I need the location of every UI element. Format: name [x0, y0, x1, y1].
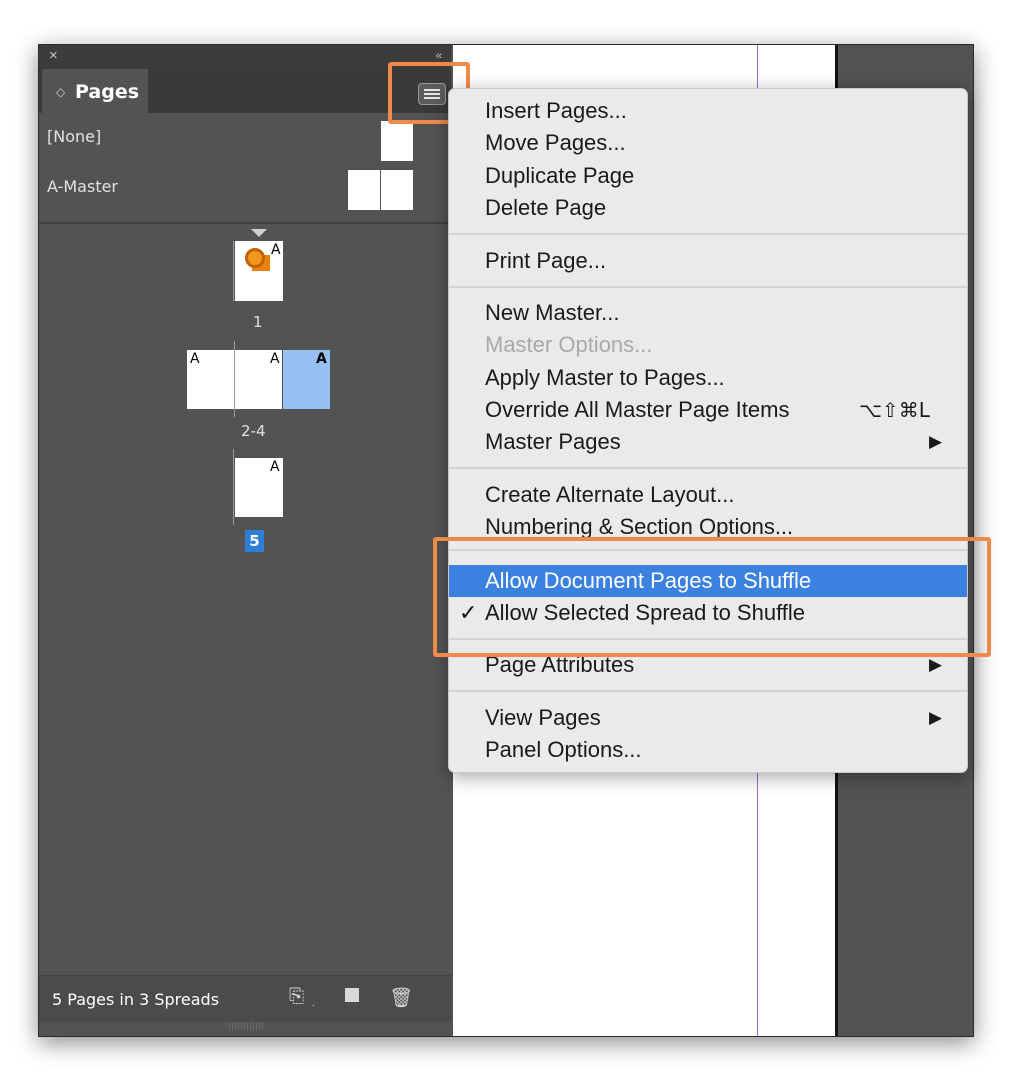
- menu-item-view-pages[interactable]: View Pages: [485, 704, 601, 732]
- edit-page-size-icon[interactable]: ⎘: [289, 986, 304, 1008]
- panel-flyout-menu: Insert Pages... Move Pages... Duplicate …: [448, 88, 968, 773]
- menu-item-duplicate-page[interactable]: Duplicate Page: [485, 162, 634, 190]
- menu-separator: [449, 233, 967, 235]
- spread-2-label: 2-4: [241, 422, 266, 440]
- page-3-thumbnail[interactable]: A: [235, 350, 282, 409]
- new-page-icon[interactable]: [345, 988, 359, 1002]
- page-2-thumbnail[interactable]: A: [187, 350, 234, 409]
- resize-grip[interactable]: [229, 1022, 263, 1030]
- panel-menu-button[interactable]: [418, 83, 446, 105]
- menu-item-page-attributes[interactable]: Page Attributes: [485, 651, 634, 679]
- dropdown-dot-icon: .: [312, 998, 315, 1009]
- menu-item-delete-page[interactable]: Delete Page: [485, 194, 606, 222]
- master-prefix: A: [190, 351, 200, 367]
- shuffle-circle-icon: [245, 248, 265, 268]
- trash-icon[interactable]: 🗑: [389, 986, 413, 1010]
- tab-label: Pages: [75, 81, 140, 103]
- menu-item-numbering-section[interactable]: Numbering & Section Options...: [485, 513, 793, 541]
- override-shortcut: ⌥⇧⌘L: [859, 398, 930, 422]
- page-count-status: 5 Pages in 3 Spreads: [52, 990, 220, 1009]
- master-a-right-thumbnail[interactable]: [381, 170, 413, 210]
- menu-item-create-alternate-layout[interactable]: Create Alternate Layout...: [485, 481, 735, 509]
- menu-item-override-master-items[interactable]: Override All Master Page Items: [485, 396, 789, 424]
- menu-item-apply-master[interactable]: Apply Master to Pages...: [485, 364, 725, 392]
- menu-item-panel-options[interactable]: Panel Options...: [485, 736, 642, 764]
- master-none-thumbnail[interactable]: [381, 121, 413, 161]
- spread-1-label: 1: [253, 313, 263, 331]
- menu-item-print-page[interactable]: Print Page...: [485, 247, 606, 275]
- menu-item-new-master[interactable]: New Master...: [485, 299, 619, 327]
- master-prefix: A: [316, 351, 327, 367]
- page-1-thumbnail[interactable]: A: [233, 241, 283, 301]
- close-icon[interactable]: ×: [49, 47, 58, 65]
- master-none-label[interactable]: [None]: [47, 127, 101, 146]
- submenu-arrow-icon: ▶: [929, 655, 943, 674]
- spine: [233, 449, 234, 525]
- checkmark-icon: ✓: [459, 600, 478, 625]
- page-4-thumbnail-selected[interactable]: A: [283, 350, 330, 409]
- master-a-label[interactable]: A-Master: [47, 177, 118, 196]
- menu-item-allow-spread-shuffle[interactable]: Allow Selected Spread to Shuffle: [485, 599, 805, 627]
- menu-item-insert-pages[interactable]: Insert Pages...: [485, 97, 627, 125]
- menu-separator: [449, 690, 967, 692]
- menu-separator: [449, 467, 967, 469]
- spread-3-label-selected: 5: [245, 530, 264, 552]
- submenu-arrow-icon: ▶: [929, 708, 943, 727]
- tab-pages[interactable]: ◇ Pages: [42, 69, 148, 113]
- hamburger-icon: [424, 89, 440, 91]
- collapse-panel-icon[interactable]: ‹‹: [436, 48, 442, 64]
- master-a-left-thumbnail[interactable]: [348, 170, 380, 210]
- menu-item-move-pages[interactable]: Move Pages...: [485, 129, 626, 157]
- master-prefix: A: [270, 459, 280, 475]
- spine: [233, 241, 234, 301]
- hamburger-line: [424, 97, 440, 99]
- panel-footer: 5 Pages in 3 Spreads ⎘ . 🗑: [39, 975, 451, 1022]
- menu-item-allow-document-shuffle[interactable]: Allow Document Pages to Shuffle: [485, 567, 811, 595]
- master-prefix: A: [271, 242, 281, 258]
- master-prefix: A: [270, 351, 280, 367]
- menu-item-master-options: Master Options...: [485, 332, 653, 357]
- panel-divider: [39, 222, 451, 224]
- page-5-thumbnail[interactable]: A: [235, 458, 283, 517]
- menu-separator: [449, 286, 967, 288]
- panel-title-bar: × ‹‹: [39, 45, 451, 67]
- menu-separator: [449, 549, 967, 551]
- tab-chevron-icon: ◇: [56, 85, 66, 99]
- hamburger-line: [424, 93, 440, 95]
- submenu-arrow-icon: ▶: [929, 432, 943, 451]
- menu-item-master-pages[interactable]: Master Pages: [485, 428, 621, 456]
- menu-separator: [449, 638, 967, 640]
- spread-marker-icon: [251, 229, 267, 237]
- pages-panel: × ‹‹ ◇ Pages [None] A-Master A 1 A A A 2…: [39, 45, 451, 1036]
